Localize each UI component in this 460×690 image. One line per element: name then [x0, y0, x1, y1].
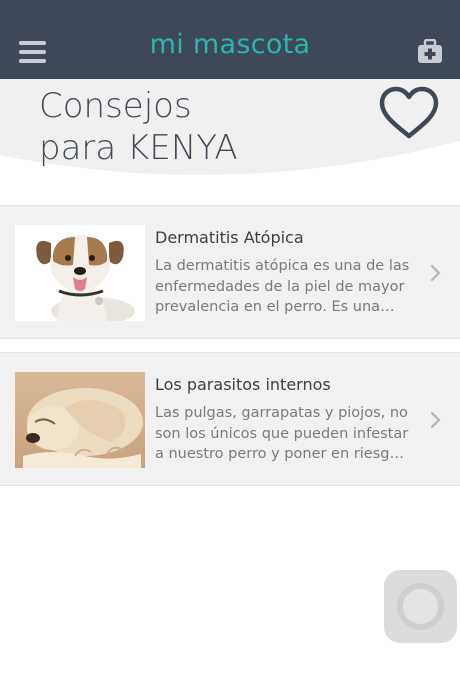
sleeping-golden-puppy-photo	[15, 372, 145, 468]
heart-outline-icon[interactable]	[377, 85, 441, 141]
advice-excerpt: Las pulgas, garrapatas y piojos, no son …	[155, 405, 409, 462]
assistive-touch-button[interactable]	[384, 570, 457, 643]
advice-title: Dermatitis Atópica	[155, 228, 304, 247]
advice-list: Dermatitis Atópica La dermatitis atópica…	[0, 205, 460, 499]
page-title-line-1: Consejos	[39, 86, 192, 126]
page-title-line-2: para KENYA	[39, 128, 238, 168]
app-title: mi mascota	[149, 29, 311, 60]
assistive-touch-ring-inner	[403, 589, 438, 624]
top-navigation-bar: mi mascota	[0, 0, 460, 79]
advice-title: Los parasitos internos	[155, 375, 331, 394]
chevron-right-icon	[429, 264, 443, 282]
page-header: Consejos para KENYA	[0, 79, 460, 204]
page-title: Consejos para KENYA	[39, 85, 359, 169]
medkit-icon[interactable]	[417, 38, 443, 64]
advice-card[interactable]: Dermatitis Atópica La dermatitis atópica…	[0, 205, 460, 339]
advice-card[interactable]: Los parasitos internos Las pulgas, garra…	[0, 352, 460, 486]
advice-excerpt: La dermatitis atópica es una de las enfe…	[155, 258, 410, 315]
chevron-right-icon	[429, 411, 443, 429]
terrier-puppy-photo	[15, 225, 145, 321]
